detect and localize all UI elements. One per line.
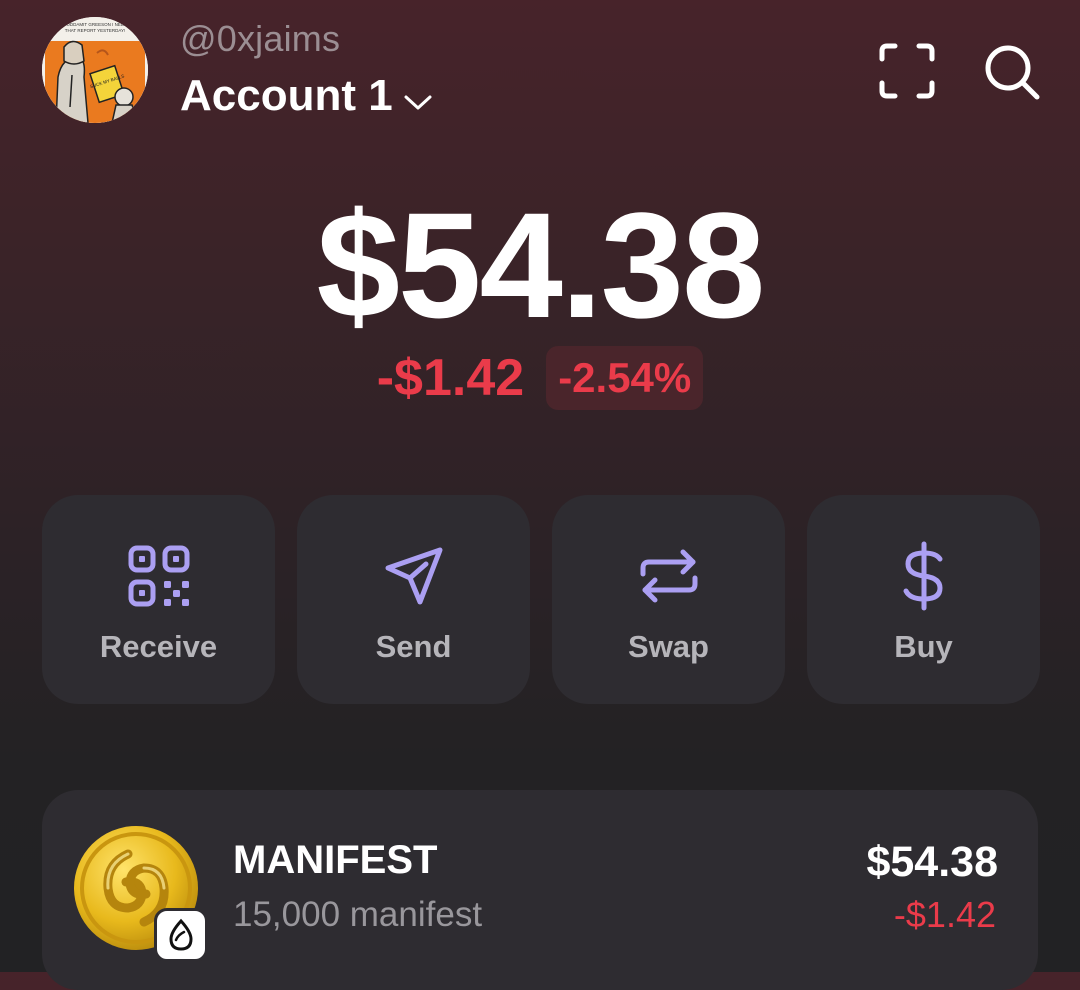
buy-button[interactable]: Buy — [807, 495, 1040, 704]
avatar-image: GODDAMIT GREESON I NEED THAT REPORT YEST… — [42, 17, 148, 123]
balance-change-amount: -$1.42 — [376, 349, 525, 407]
chevron-down-icon — [403, 74, 433, 124]
token-change: -$1.42 — [893, 894, 996, 935]
search-icon[interactable] — [983, 43, 1041, 101]
scan-icon[interactable] — [877, 41, 937, 101]
avatar[interactable]: GODDAMIT GREESON I NEED THAT REPORT YEST… — [42, 17, 148, 123]
balance-change-percent-badge: -2.54% — [546, 346, 704, 410]
token-value: $54.38 — [866, 838, 998, 886]
account-handle: @0xjaims — [180, 18, 341, 59]
receive-button[interactable]: Receive — [42, 495, 275, 704]
paper-plane-icon — [379, 541, 449, 611]
token-name: MANIFEST — [233, 838, 438, 882]
account-selector[interactable]: Account 1 — [180, 68, 433, 124]
quick-actions: Receive Send Swap Buy — [42, 495, 1040, 704]
account-name: Account 1 — [180, 71, 393, 120]
avatar-caption-line2: THAT REPORT YESTERDAY! — [65, 28, 126, 33]
avatar-caption-line1: GODDAMIT GREESON I NEED — [63, 22, 128, 27]
swap-arrows-icon — [634, 541, 704, 611]
header: GODDAMIT GREESON I NEED THAT REPORT YEST… — [0, 0, 1080, 140]
swap-label: Swap — [628, 629, 709, 664]
send-button[interactable]: Send — [297, 495, 530, 704]
receive-label: Receive — [99, 629, 218, 664]
token-row-manifest[interactable]: MANIFEST 15,000 manifest $54.38 -$1.42 — [42, 790, 1038, 990]
sui-drop-icon — [154, 908, 208, 962]
token-amount: 15,000 manifest — [233, 895, 483, 934]
dollar-icon — [889, 541, 959, 611]
buy-label: Buy — [894, 629, 953, 664]
total-balance: $54.38 — [316, 181, 766, 349]
qr-code-icon — [124, 541, 194, 611]
send-label: Send — [375, 629, 452, 664]
balance-change: -$1.42 -2.54% — [0, 346, 1080, 410]
swap-button[interactable]: Swap — [552, 495, 785, 704]
